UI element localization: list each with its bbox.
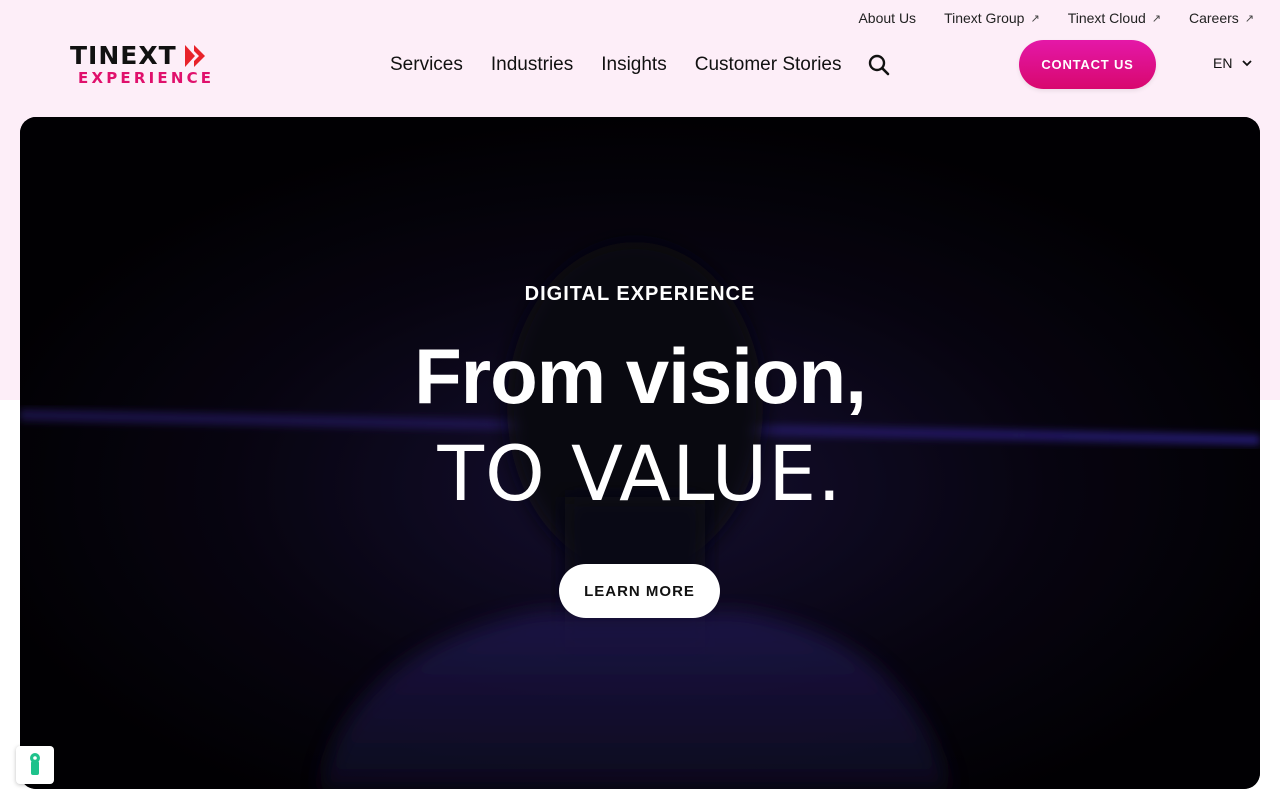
utility-link-careers[interactable]: Careers ↗: [1189, 10, 1254, 26]
search-icon-glyph: [868, 54, 890, 76]
nav-item-industries[interactable]: Industries: [491, 54, 573, 76]
nav-item-services[interactable]: Services: [390, 54, 463, 76]
contact-us-button[interactable]: CONTACT US: [1019, 40, 1156, 89]
utility-nav: About Us Tinext Group ↗ Tinext Cloud ↗ C…: [858, 0, 1280, 36]
utility-link-tinext-cloud[interactable]: Tinext Cloud ↗: [1068, 10, 1161, 26]
hero-eyebrow: DIGITAL EXPERIENCE: [524, 283, 756, 305]
utility-link-about-us[interactable]: About Us: [858, 10, 916, 26]
utility-link-tinext-group[interactable]: Tinext Group ↗: [944, 10, 1040, 26]
hero-banner: DIGITAL EXPERIENCE From vision, TO VALUE…: [20, 117, 1260, 789]
chevron-down-icon: [1242, 60, 1253, 67]
external-arrow-icon: ↗: [1244, 12, 1254, 25]
hero-headline: From vision,: [414, 332, 867, 420]
nav-item-customer-stories[interactable]: Customer Stories: [695, 54, 842, 76]
logo-wordmark-row: TINEXT: [70, 42, 240, 70]
utility-link-label: About Us: [858, 10, 917, 26]
main-nav: Services Industries Insights Customer St…: [390, 50, 842, 80]
logo-subtitle: EXPERIENCE: [78, 69, 215, 87]
external-arrow-icon: ↗: [1151, 12, 1161, 25]
hero-content: DIGITAL EXPERIENCE From vision, TO VALUE…: [20, 117, 1260, 789]
utility-link-label: Tinext Cloud: [1067, 10, 1146, 26]
language-selector[interactable]: EN: [1213, 55, 1253, 71]
language-label: EN: [1213, 55, 1233, 71]
search-icon[interactable]: [867, 53, 891, 77]
tinext-experience-logo[interactable]: TINEXT EXPERIENCE: [70, 42, 240, 90]
external-arrow-icon: ↗: [1030, 12, 1040, 25]
learn-more-button[interactable]: LEARN MORE: [559, 564, 720, 618]
utility-link-label: Tinext Group: [944, 10, 1025, 26]
hero-subheadline: TO VALUE.: [437, 429, 843, 518]
logo-arrows-icon: [184, 45, 205, 67]
utility-link-label: Careers: [1188, 10, 1239, 26]
cookie-settings-icon: [30, 753, 40, 775]
cookie-settings-button[interactable]: [16, 746, 54, 784]
logo-wordmark: TINEXT: [70, 41, 177, 70]
nav-item-insights[interactable]: Insights: [601, 54, 666, 76]
